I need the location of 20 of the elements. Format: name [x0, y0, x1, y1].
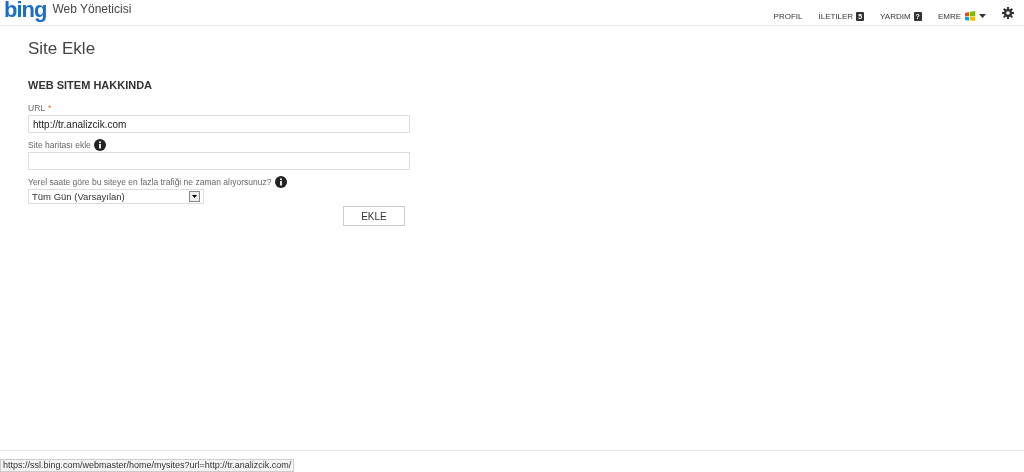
nav-link[interactable]: PROFIL	[773, 12, 803, 21]
bing-logo[interactable]: bing	[4, 0, 47, 20]
field-label: Yerel saate göre bu siteye en fazla trafiği ne zaman alıyorsunuz?	[28, 177, 272, 187]
page-title: Site Ekle	[28, 39, 97, 59]
caret-icon	[979, 14, 986, 19]
user-menu[interactable]: EMRE	[937, 11, 986, 22]
status-url: https://ssl.bing.com/webmaster/home/mysites?url=http://tr.analizcik.com/	[0, 459, 295, 472]
windows-flag-icon	[964, 11, 976, 22]
input-field[interactable]: http://tr.analizcik.com	[28, 115, 410, 133]
field-label: Site haritası ekle	[28, 140, 91, 150]
nav-link[interactable]: İLETILER	[818, 12, 854, 21]
section-heading: WEB SITEM HAKKINDA	[28, 79, 154, 91]
nav-link[interactable]: YARDIM	[880, 12, 911, 21]
add-button[interactable]: EKLE	[343, 206, 405, 226]
dropdown[interactable]: Tüm Gün (Varsayılan)	[28, 189, 204, 204]
field-label: URL	[28, 103, 45, 113]
settings-icon[interactable]	[1002, 6, 1014, 19]
app-title: Web Yöneticisi	[52, 1, 132, 16]
dropdown-arrow-icon	[192, 195, 197, 198]
required-mark: *	[48, 103, 52, 113]
